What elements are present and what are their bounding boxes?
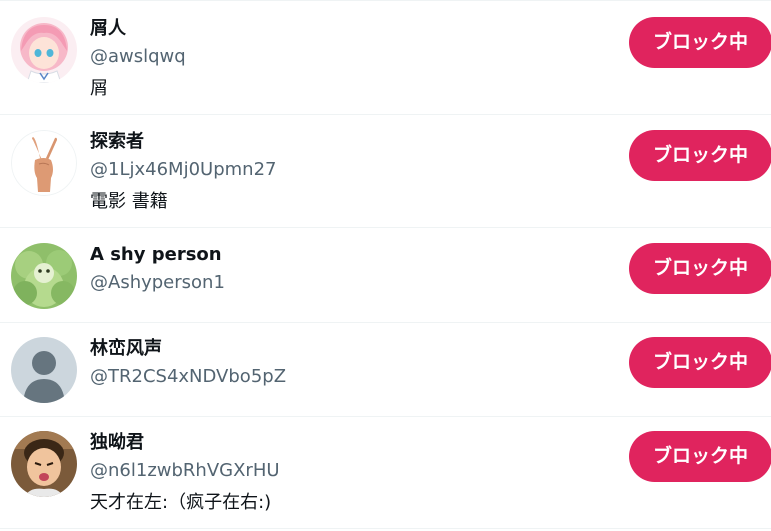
list-item[interactable]: 独呦君 @n6l1zwbRhVGXrHU 天才在左:（疯子在右:) ブロック中	[0, 417, 771, 529]
user-bio: 屑	[90, 78, 108, 99]
blocking-button[interactable]: ブロック中	[629, 130, 771, 181]
user-name[interactable]: 林峦风声	[90, 337, 621, 361]
user-handle[interactable]: @n6l1zwbRhVGXrHU	[90, 459, 621, 483]
anime-girl-avatar[interactable]	[11, 17, 77, 83]
user-name[interactable]: 独呦君	[90, 431, 621, 455]
blocking-button[interactable]: ブロック中	[629, 337, 771, 388]
user-handle[interactable]: @TR2CS4xNDVbo5pZ	[90, 365, 621, 389]
blocking-button[interactable]: ブロック中	[629, 431, 771, 482]
list-item[interactable]: 探索者 @1Ljx46Mj0Upmn27 電影 書籍 ブロック中	[0, 116, 771, 228]
list-item[interactable]: A shy person @Ashyperson1 ブロック中	[0, 229, 771, 323]
default-person-avatar[interactable]	[11, 337, 77, 403]
user-name[interactable]: 屑人	[90, 17, 621, 41]
user-bio: 天才在左:（疯子在右:)	[90, 492, 272, 513]
green-creature-avatar[interactable]	[11, 243, 77, 309]
user-bio: 電影 書籍	[90, 191, 168, 212]
peace-sign-hand-avatar[interactable]	[11, 130, 77, 196]
user-handle[interactable]: @Ashyperson1	[90, 271, 621, 295]
blocking-button[interactable]: ブロック中	[629, 243, 771, 294]
blocking-button[interactable]: ブロック中	[629, 17, 771, 68]
user-name[interactable]: 探索者	[90, 130, 621, 154]
child-photo-avatar[interactable]	[11, 431, 77, 497]
list-item[interactable]: 林峦风声 @TR2CS4xNDVbo5pZ ブロック中	[0, 323, 771, 417]
user-handle[interactable]: @awslqwq	[90, 45, 621, 69]
user-handle[interactable]: @1Ljx46Mj0Upmn27	[90, 158, 621, 182]
list-item[interactable]: 屑人 @awslqwq 屑 ブロック中	[0, 3, 771, 115]
user-name[interactable]: A shy person	[90, 243, 621, 267]
blocked-users-list: 屑人 @awslqwq 屑 ブロック中 探索者 @1Ljx46Mj0Upmn27…	[0, 0, 771, 531]
